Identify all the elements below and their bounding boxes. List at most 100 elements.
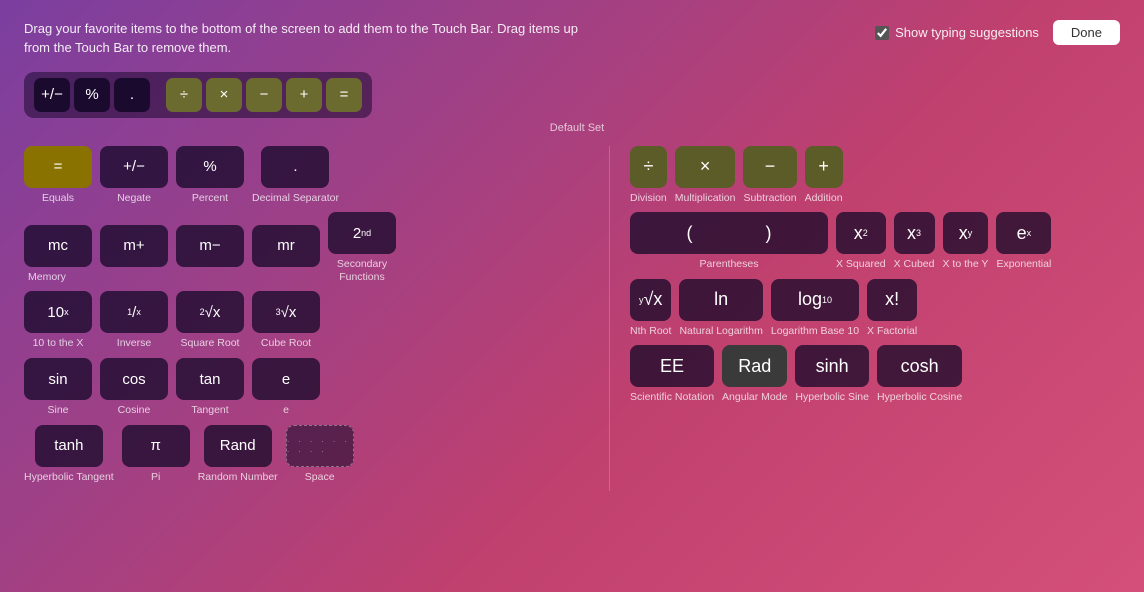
key-item-inverse: 1/x Inverse: [100, 291, 168, 350]
key-item-ln: ln Natural Logarithm: [679, 279, 762, 338]
default-key-decimal[interactable]: .: [114, 78, 150, 112]
default-key-add[interactable]: +: [286, 78, 322, 112]
key-item-rand: Rand Random Number: [198, 425, 278, 484]
key-mr[interactable]: mr: [252, 225, 320, 267]
key-e[interactable]: e: [252, 358, 320, 400]
key-rad[interactable]: Rad: [722, 345, 787, 387]
key-equals[interactable]: =: [24, 146, 92, 188]
key-tan[interactable]: tan: [176, 358, 244, 400]
memory-keys: mc m+ m− mr: [24, 225, 320, 267]
default-set-bar: +/− % . ÷ × − + =: [24, 72, 372, 118]
key-sqrt[interactable]: 2√x: [176, 291, 244, 333]
rp-row-2: ( ) Parentheses x2 X Squared x3 X Cubed …: [630, 212, 1120, 271]
key-xcubed[interactable]: x3: [894, 212, 935, 254]
default-key-percent[interactable]: %: [74, 78, 110, 112]
label-tanh: Hyperbolic Tangent: [24, 471, 114, 484]
right-panel: ÷ Division × Multiplication − Subtractio…: [630, 146, 1120, 492]
key-xsq[interactable]: x2: [836, 212, 886, 254]
key-space[interactable]: · · · · · · · · · ·: [286, 425, 354, 467]
key-cos[interactable]: cos: [100, 358, 168, 400]
key-inverse[interactable]: 1/x: [100, 291, 168, 333]
key-item-cos: cos Cosine: [100, 358, 168, 417]
done-button[interactable]: Done: [1053, 20, 1120, 45]
label-cbrt: Cube Root: [261, 337, 311, 350]
label-xfact: X Factorial: [867, 325, 917, 338]
key-mminus[interactable]: m−: [176, 225, 244, 267]
key-item-percent: % Percent: [176, 146, 244, 205]
key-division[interactable]: ÷: [630, 146, 667, 188]
show-typing-checkbox[interactable]: [875, 26, 889, 40]
label-negate: Negate: [117, 192, 151, 205]
key-item-multiplication: × Multiplication: [675, 146, 736, 205]
key-xpowy[interactable]: xy: [943, 212, 989, 254]
key-item-sqrt: 2√x Square Root: [176, 291, 244, 350]
label-pi: Pi: [151, 471, 160, 484]
key-item-negate: +/− Negate: [100, 146, 168, 205]
main-container: Drag your favorite items to the bottom o…: [0, 0, 1144, 592]
default-key-subtract[interactable]: −: [246, 78, 282, 112]
default-key-multiply[interactable]: ×: [206, 78, 242, 112]
key-addition[interactable]: +: [805, 146, 843, 188]
panel-divider: [609, 146, 610, 492]
key-2nd[interactable]: 2nd: [328, 212, 396, 254]
key-parentheses[interactable]: ( ): [630, 212, 828, 254]
memory-group: mc m+ m− mr Memory: [24, 225, 320, 284]
top-bar: Drag your favorite items to the bottom o…: [24, 20, 1120, 58]
key-ln[interactable]: ln: [679, 279, 762, 321]
label-inverse: Inverse: [117, 337, 151, 350]
key-item-parentheses: ( ) Parentheses: [630, 212, 828, 271]
key-item-mc: mc: [24, 225, 92, 267]
default-set-label: Default Set: [24, 122, 1120, 134]
key-decimal[interactable]: .: [261, 146, 329, 188]
label-xcubed: X Cubed: [894, 258, 935, 271]
label-division: Division: [630, 192, 667, 205]
key-percent[interactable]: %: [176, 146, 244, 188]
paren-left: (: [687, 223, 693, 244]
key-expx[interactable]: ex: [996, 212, 1051, 254]
label-cosh: Hyperbolic Cosine: [877, 391, 962, 404]
label-addition: Addition: [805, 192, 843, 205]
key-10x[interactable]: 10x: [24, 291, 92, 333]
key-item-tanh: tanh Hyperbolic Tangent: [24, 425, 114, 484]
default-set-row: +/− % . ÷ × − + =: [24, 72, 1120, 118]
label-e: e: [283, 404, 289, 417]
top-right: Show typing suggestions Done: [875, 20, 1120, 45]
label-rand: Random Number: [198, 471, 278, 484]
key-item-tan: tan Tangent: [176, 358, 244, 417]
label-log10: Logarithm Base 10: [771, 325, 859, 338]
row-3: 10x 10 to the X 1/x Inverse 2√x Square R…: [24, 291, 589, 350]
key-ee[interactable]: EE: [630, 345, 714, 387]
key-log10[interactable]: log10: [771, 279, 859, 321]
label-multiplication: Multiplication: [675, 192, 736, 205]
default-key-equals[interactable]: =: [326, 78, 362, 112]
key-rand[interactable]: Rand: [204, 425, 272, 467]
row-4: sin Sine cos Cosine tan Tangent e e: [24, 358, 589, 417]
key-cbrt[interactable]: 3√x: [252, 291, 320, 333]
label-expx: Exponential: [996, 258, 1051, 271]
key-item-subtraction: − Subtraction: [743, 146, 796, 205]
show-typing-label[interactable]: Show typing suggestions: [875, 25, 1039, 40]
default-key-divide[interactable]: ÷: [166, 78, 202, 112]
key-mplus[interactable]: m+: [100, 225, 168, 267]
label-parentheses: Parentheses: [700, 258, 759, 271]
key-item-10x: 10x 10 to the X: [24, 291, 92, 350]
key-item-mr: mr: [252, 225, 320, 267]
key-pi[interactable]: π: [122, 425, 190, 467]
row-5: tanh Hyperbolic Tangent π Pi Rand Random…: [24, 425, 589, 484]
key-item-xsq: x2 X Squared: [836, 212, 886, 271]
key-sin[interactable]: sin: [24, 358, 92, 400]
key-item-sinh: sinh Hyperbolic Sine: [795, 345, 869, 404]
key-tanh[interactable]: tanh: [35, 425, 103, 467]
key-multiplication[interactable]: ×: [675, 146, 736, 188]
key-sinh[interactable]: sinh: [795, 345, 869, 387]
key-negate[interactable]: +/−: [100, 146, 168, 188]
paren-right: ): [766, 223, 772, 244]
key-mc[interactable]: mc: [24, 225, 92, 267]
default-set-section: +/− % . ÷ × − + = Default Set: [24, 72, 1120, 134]
default-key-negate[interactable]: +/−: [34, 78, 70, 112]
key-cosh[interactable]: cosh: [877, 345, 962, 387]
key-xfact[interactable]: x!: [867, 279, 917, 321]
key-item-xpowy: xy X to the Y: [943, 212, 989, 271]
key-subtraction[interactable]: −: [743, 146, 796, 188]
key-nthroot[interactable]: y√x: [630, 279, 671, 321]
